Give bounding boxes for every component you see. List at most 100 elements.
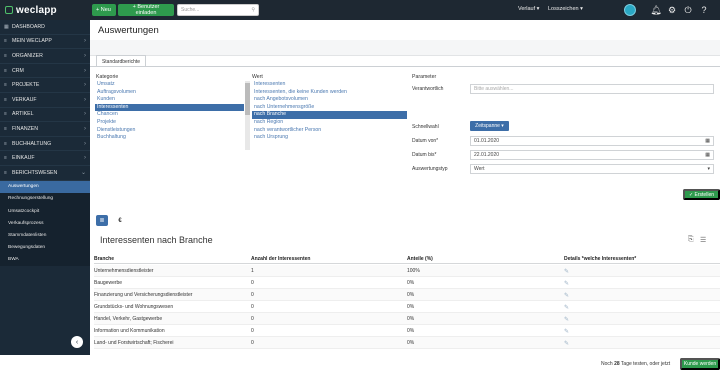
auswertungstyp-select[interactable]: Wert ▾: [470, 164, 714, 174]
verantwortlich-field[interactable]: Bitte auswählen...: [470, 84, 714, 94]
kategorie-label: Kategorie: [96, 74, 119, 80]
sidebar-item-verkauf[interactable]: ≡ VERKAUF ›: [0, 93, 90, 108]
sidebar-item-dashboard[interactable]: ▦ DASHBOARD: [0, 20, 90, 35]
table-view-icon[interactable]: ≣: [96, 215, 108, 226]
bookmarks-menu[interactable]: Losszeichen ▾: [548, 6, 583, 12]
erstellen-button[interactable]: ✓ Erstellen: [683, 189, 720, 200]
menu-icon: ≡: [4, 38, 7, 45]
column-header-branche[interactable]: Branche: [94, 256, 114, 262]
list-item[interactable]: nach Unternehmensgröße: [252, 104, 407, 112]
sidebar-item-organizer[interactable]: ≡ ORGANIZER ›: [0, 49, 90, 64]
sidebar-item-artikel[interactable]: ≡ ARTIKEL ›: [0, 108, 90, 123]
calendar-icon[interactable]: ▦: [705, 152, 710, 158]
chevron-down-icon: ⌄: [80, 170, 86, 177]
search-icon: ⚲: [251, 7, 255, 13]
cell-branche: Finanzierung und Versicherungsdienstleis…: [94, 292, 193, 298]
sidebar-subitem-stammdatenlisten[interactable]: Stammdatenlisten: [0, 229, 90, 242]
search-input[interactable]: Suche... ⚲: [177, 4, 259, 16]
list-item[interactable]: nach verantwortlicher Person: [252, 127, 407, 135]
calendar-icon[interactable]: ▦: [705, 138, 710, 144]
table-row: Baugewerbe 0 0% ✎: [94, 277, 720, 289]
kunde-werden-button[interactable]: Kunde werden: [680, 358, 720, 370]
pencil-icon[interactable]: ✎: [564, 280, 569, 287]
pencil-icon[interactable]: ✎: [564, 268, 569, 275]
wert-scrollbar[interactable]: [245, 81, 248, 150]
sidebar-item-label: BUCHHALTUNG: [12, 140, 52, 147]
schnellwahl-label: Schnellwahl: [412, 124, 439, 130]
pencil-icon[interactable]: ✎: [564, 316, 569, 323]
sidebar-item-einkauf[interactable]: ≡ EINKAUF ›: [0, 151, 90, 166]
logo[interactable]: weclapp: [5, 4, 57, 16]
pencil-icon[interactable]: ✎: [564, 328, 569, 335]
bell-icon[interactable]: 🔔︎: [650, 4, 662, 16]
help-icon[interactable]: ?: [698, 4, 710, 16]
list-item[interactable]: nach Angebotsvolumen: [252, 96, 407, 104]
datum-bis-label: Datum bis*: [412, 152, 437, 158]
euro-view-icon[interactable]: €: [114, 215, 126, 226]
sidebar-subitem-auswertungen[interactable]: Auswertungen: [0, 180, 90, 193]
sidebar-subitem-bwa[interactable]: BWA: [0, 253, 90, 266]
list-item[interactable]: Auftragsvolumen: [95, 89, 244, 97]
list-item[interactable]: Dienstleistungen: [95, 127, 244, 135]
export-icon[interactable]: ⎘: [688, 236, 694, 244]
columns-icon[interactable]: ☰: [700, 236, 706, 244]
list-item[interactable]: Chancen: [95, 111, 244, 119]
chevron-right-icon: ›: [84, 96, 86, 103]
column-header-anteile[interactable]: Anteile (%): [407, 256, 433, 262]
list-item[interactable]: Projekte: [95, 119, 244, 127]
sidebar-subitem-umsatzcockpit[interactable]: Umsatzcockpit: [0, 204, 90, 218]
list-item[interactable]: Buchhaltung: [95, 134, 244, 142]
column-header-anzahl[interactable]: Anzahl der Interessenten: [251, 256, 310, 262]
pencil-icon[interactable]: ✎: [564, 304, 569, 311]
list-item[interactable]: Umsatz: [95, 81, 244, 89]
cell-anteile: 0%: [407, 292, 415, 298]
verantwortlich-label: Verantwortlich: [412, 86, 444, 92]
list-item[interactable]: Kunden: [95, 96, 244, 104]
logo-text: weclapp: [16, 4, 57, 16]
sidebar-subitem-rechnungserstellung[interactable]: Rechnungserstellung: [0, 192, 90, 205]
chevron-right-icon: ›: [84, 52, 86, 59]
table-row: Information und Kommunikation 0 0% ✎: [94, 325, 720, 337]
cell-anteile: 0%: [407, 340, 415, 346]
gear-icon[interactable]: ⚙: [666, 4, 678, 16]
auswertungstyp-value: Wert: [474, 166, 485, 172]
menu-icon: ≡: [4, 169, 7, 176]
list-item[interactable]: Interessenten: [252, 81, 407, 89]
sidebar-item-label: EINKAUF: [12, 155, 35, 162]
sidebar-item-label: BERICHTSWESEN: [12, 169, 58, 176]
datum-von-field[interactable]: 01.01.2020 ▦: [470, 136, 714, 146]
zeitspanne-dropdown[interactable]: Zeitspanne ▾: [470, 121, 509, 131]
sidebar-item-projekte[interactable]: ≡ PROJEKTE ›: [0, 78, 90, 93]
table-row: Finanzierung und Versicherungsdienstleis…: [94, 289, 720, 301]
list-item-selected[interactable]: nach Branche: [252, 111, 407, 119]
cell-branche: Baugewerbe: [94, 280, 123, 286]
column-header-details[interactable]: Details *welche Interessenten*: [564, 256, 636, 262]
power-icon[interactable]: ⏻: [682, 4, 694, 16]
sidebar-subitem-verkaufsprozess[interactable]: Verkaufsprozess: [0, 217, 90, 230]
list-item[interactable]: nach Region: [252, 119, 407, 127]
new-button[interactable]: + Neu: [92, 4, 116, 16]
list-item[interactable]: nach Ursprung: [252, 134, 407, 142]
search-placeholder: Suche...: [181, 7, 200, 13]
cell-anzahl: 0: [251, 316, 254, 322]
sidebar-item-finanzen[interactable]: ≡ FINANZEN ›: [0, 122, 90, 137]
collapse-sidebar-button[interactable]: ‹: [71, 336, 83, 348]
history-menu[interactable]: Verlauf ▾: [518, 6, 539, 12]
invite-user-button[interactable]: + Benutzer einladen: [118, 4, 174, 16]
sidebar-subitem-bewegungsdaten[interactable]: Bewegungsdaten: [0, 241, 90, 254]
cell-anzahl: 0: [251, 292, 254, 298]
sidebar-item-berichtswesen[interactable]: ≡ BERICHTSWESEN ⌄: [0, 166, 90, 181]
wert-label: Wert: [252, 74, 263, 80]
menu-icon: ≡: [4, 155, 7, 162]
menu-icon: ≡: [4, 125, 7, 132]
sidebar-item-mein-weclapp[interactable]: ≡ MEIN WECLAPP ›: [0, 35, 90, 50]
sidebar-item-buchhaltung[interactable]: ≡ BUCHHALTUNG ›: [0, 137, 90, 152]
list-item-selected[interactable]: Interessenten: [95, 103, 244, 112]
sidebar-item-crm[interactable]: ≡ CRM ›: [0, 64, 90, 79]
pencil-icon[interactable]: ✎: [564, 292, 569, 299]
datum-bis-field[interactable]: 22.01.2020 ▦: [470, 150, 714, 160]
list-item[interactable]: Interessenten, die keine Kunden werden: [252, 89, 407, 97]
datum-von-label: Datum von*: [412, 138, 439, 144]
avatar[interactable]: [624, 4, 636, 16]
pencil-icon[interactable]: ✎: [564, 340, 569, 347]
